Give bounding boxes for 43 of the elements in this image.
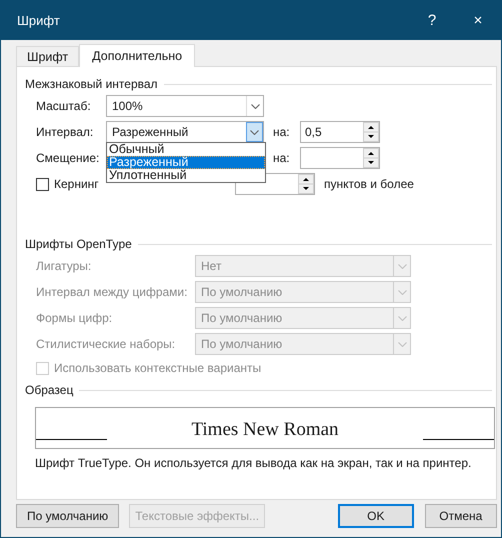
dropdown-option[interactable]: Разреженный <box>107 156 265 169</box>
preview-text: Times New Roman <box>190 420 340 440</box>
field-label: Интервал между цифрами: <box>36 285 188 299</box>
button[interactable]: По умолчанию <box>16 504 120 528</box>
field-label: Интервал: <box>36 125 94 139</box>
tab[interactable]: Шрифт <box>16 46 80 66</box>
chevron-icon <box>250 104 260 108</box>
field-label: Формы цифр: <box>36 311 114 325</box>
chevron-icon <box>398 342 406 346</box>
section-title: Образец <box>25 383 74 397</box>
description-text: Шрифт TrueType. Он используется для вывода как на экран, так и на принтер. <box>35 456 472 470</box>
field-label: на: <box>273 151 291 165</box>
field-label: пунктов и более <box>324 177 414 191</box>
dropdown-option[interactable]: Уплотненный <box>107 169 265 182</box>
tab[interactable]: Дополнительно <box>79 44 196 67</box>
chevron-icon <box>398 264 406 268</box>
checkbox-label: Кернинг <box>54 177 100 191</box>
field-label: на: <box>273 125 291 139</box>
baseline-rule <box>423 438 494 440</box>
baseline-rule <box>36 438 107 440</box>
section-title: Межзнаковый интервал <box>25 77 158 91</box>
chevron-icon <box>250 130 259 134</box>
chevron-icon <box>398 290 406 294</box>
button[interactable]: Отмена <box>424 504 497 528</box>
checkbox-label: Использовать контекстные варианты <box>54 361 262 375</box>
close-button[interactable]: × <box>455 0 501 40</box>
help-button[interactable]: ? <box>409 0 455 40</box>
scale-dropdown[interactable]: 100% <box>106 95 264 117</box>
checkbox[interactable] <box>36 178 49 190</box>
field-label: Смещение: <box>36 151 100 165</box>
field-label: Масштаб: <box>36 99 92 113</box>
dropdown-option[interactable]: Обычный <box>107 143 265 156</box>
spacing-amount-field[interactable]: 0,5 <box>300 121 380 143</box>
field-label: Лигатуры: <box>36 259 92 273</box>
section-title: Шрифты OpenType <box>25 237 132 251</box>
spin-arrows-icon[interactable] <box>363 148 379 168</box>
chevron-icon <box>398 316 406 320</box>
spin-arrows-icon[interactable] <box>298 174 314 194</box>
field-label: Стилистические наборы: <box>36 337 176 351</box>
button[interactable]: OK <box>338 504 414 528</box>
spin-arrows-icon[interactable] <box>363 122 379 142</box>
position-amount-field[interactable] <box>300 147 380 169</box>
window-title: Шрифт <box>17 12 61 28</box>
